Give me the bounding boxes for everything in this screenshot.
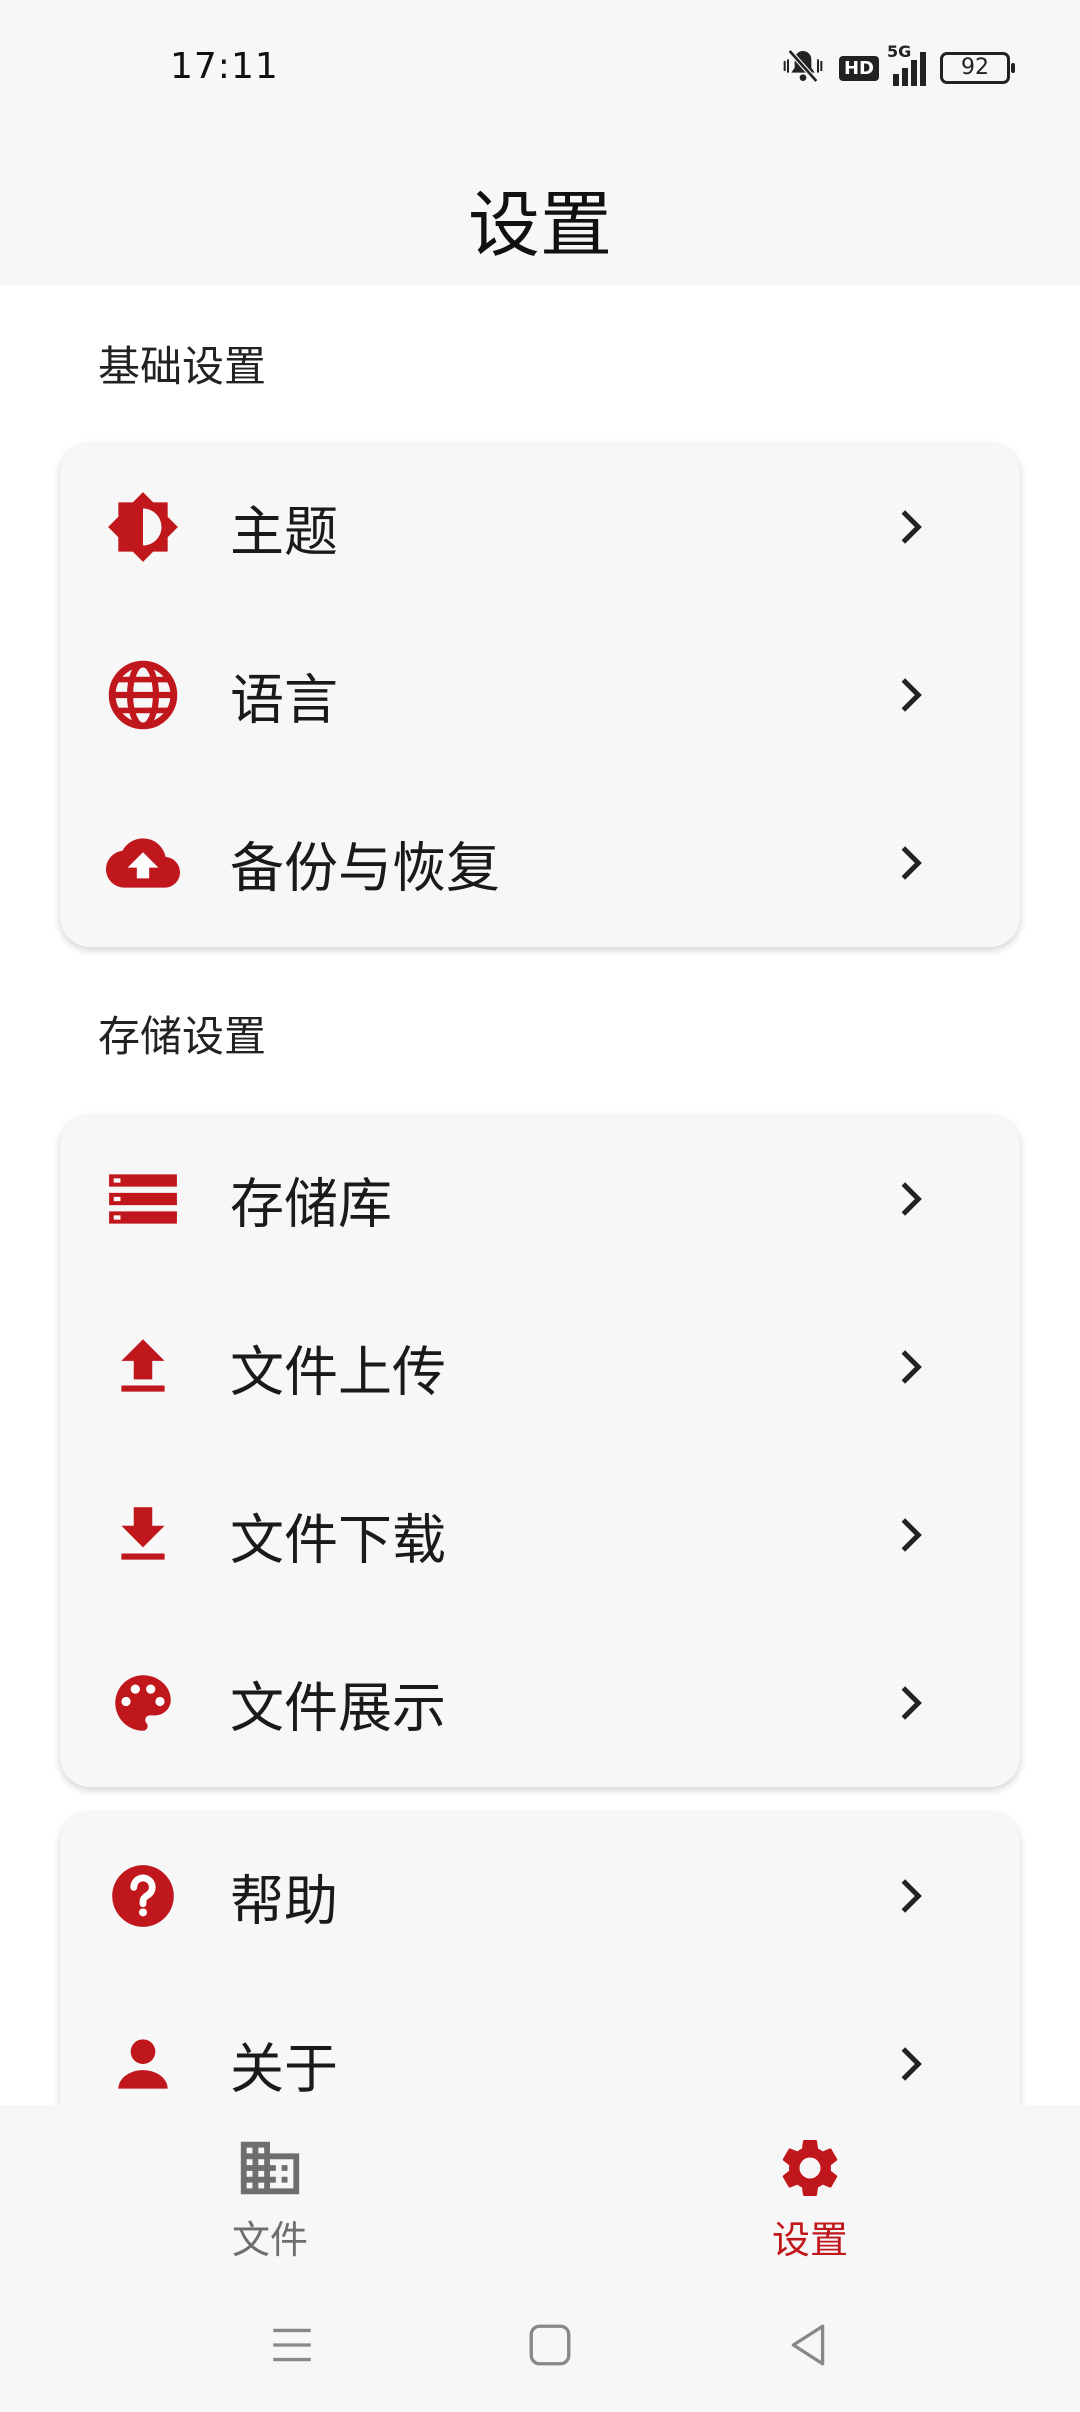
app-bar: 设置 [0,130,1080,285]
download-icon [106,1498,180,1572]
upload-icon [106,1330,180,1404]
chevron-right-icon [890,1179,930,1219]
settings-item-label: 存储库 [230,1172,392,1236]
menu-icon[interactable] [267,2320,317,2370]
nav-item-files[interactable]: 文件 [0,2105,540,2280]
cloud-upload-icon [106,826,180,900]
brightness-icon [106,490,180,564]
settings-content[interactable]: 基础设置 主题 语言 备份与恢复 存储设置 存储库 文件上传 文件下载 文件展示… [0,285,1080,2105]
mute-vibrate-icon [781,46,825,90]
settings-item-label: 文件上传 [230,1340,446,1404]
settings-item-label: 关于 [230,2037,338,2101]
status-time: 17:11 [170,46,279,87]
bottom-navigation: 文件 设置 [0,2105,1080,2280]
settings-item-label: 主题 [230,500,338,564]
page-title: 设置 [467,183,612,267]
settings-item-language[interactable]: 语言 [60,611,1020,779]
chevron-right-icon [890,1683,930,1723]
hd-badge: HD [838,55,879,81]
section-label-basic: 基础设置 [98,342,267,391]
settings-item-label: 备份与恢复 [230,836,500,900]
settings-item-label: 帮助 [230,1869,338,1933]
settings-item-repository[interactable]: 存储库 [60,1115,1020,1283]
nav-label: 文件 [231,2218,308,2262]
chevron-right-icon [890,1515,930,1555]
settings-item-label: 文件下载 [230,1508,446,1572]
settings-item-label: 语言 [230,668,338,732]
status-bar: 17:11 HD 5G 92 [0,0,1080,130]
help-icon [106,1859,180,1933]
chevron-right-icon [890,1876,930,1916]
settings-item-label: 文件展示 [230,1676,446,1740]
settings-item-file-upload[interactable]: 文件上传 [60,1283,1020,1451]
chevron-right-icon [890,507,930,547]
chevron-right-icon [890,675,930,715]
settings-item-file-display[interactable]: 文件展示 [60,1619,1020,1787]
palette-icon [106,1666,180,1740]
system-navigation-bar [0,2280,1080,2412]
chevron-right-icon [890,1347,930,1387]
nav-label: 设置 [771,2218,848,2262]
gear-icon [775,2133,845,2203]
settings-item-backup-restore[interactable]: 备份与恢复 [60,779,1020,947]
settings-item-about[interactable]: 关于 [60,1980,1020,2105]
building-icon [235,2133,305,2203]
home-icon[interactable] [525,2320,575,2370]
card-other-settings: 帮助 关于 [60,1812,1020,2105]
nav-item-settings[interactable]: 设置 [540,2105,1080,2280]
storage-icon [106,1162,180,1236]
settings-item-theme[interactable]: 主题 [60,443,1020,611]
card-storage-settings: 存储库 文件上传 文件下载 文件展示 [60,1115,1020,1787]
network-type: 5G [887,42,912,61]
section-label-storage: 存储设置 [98,1012,267,1061]
back-icon[interactable] [783,2320,833,2370]
card-basic-settings: 主题 语言 备份与恢复 [60,443,1020,947]
chevron-right-icon [890,843,930,883]
status-icons: HD 5G 92 [781,42,1015,90]
settings-item-file-download[interactable]: 文件下载 [60,1451,1020,1619]
signal-icon: 5G [887,42,926,86]
settings-item-help[interactable]: 帮助 [60,1812,1020,1980]
globe-icon [106,658,180,732]
battery-indicator: 92 [940,52,1015,84]
person-icon [106,2027,180,2101]
chevron-right-icon [890,2044,930,2084]
